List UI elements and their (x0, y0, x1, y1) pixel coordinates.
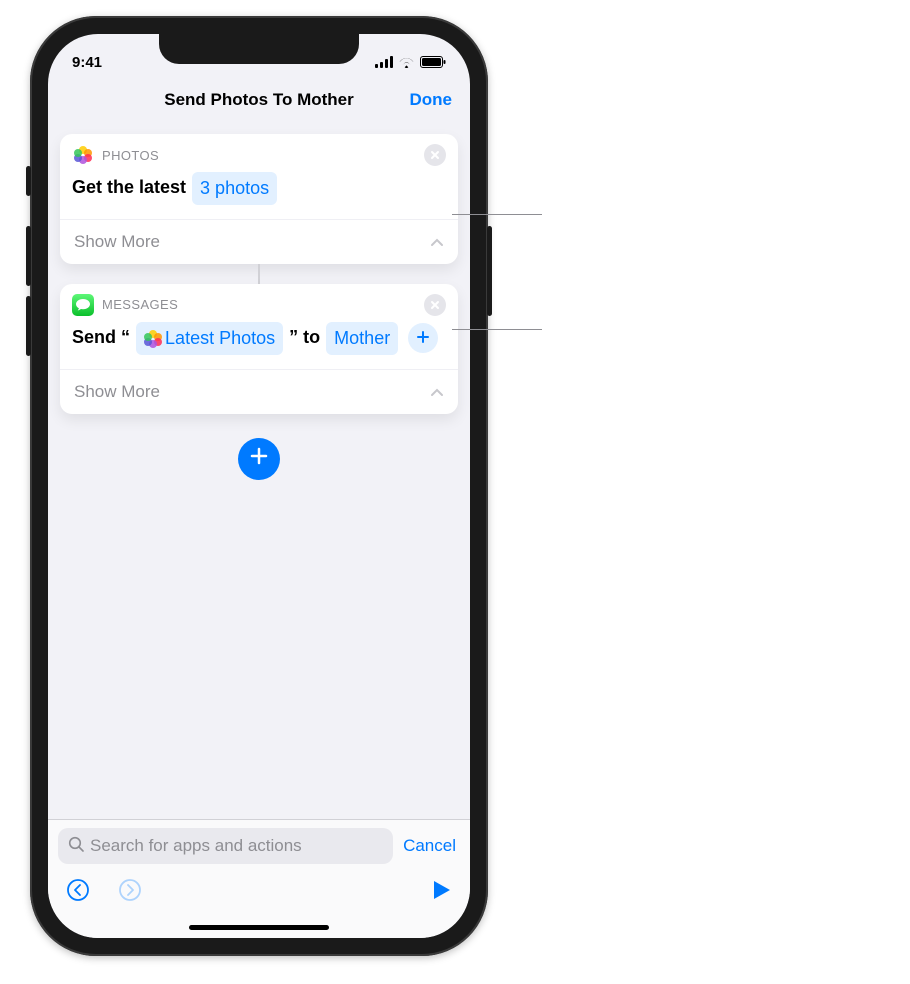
add-action-button[interactable] (238, 438, 280, 480)
action-summary: Send “ La (60, 316, 458, 369)
action-summary: Get the latest 3 photos (60, 166, 458, 219)
screen: 9:41 Send Photos To Mother Done (48, 34, 470, 938)
photos-app-icon (72, 144, 94, 166)
to-word: to (303, 327, 320, 347)
show-more-button[interactable]: Show More (60, 369, 458, 414)
search-icon (68, 836, 84, 857)
plus-icon (249, 446, 269, 471)
variable-latest-photos[interactable]: Latest Photos (136, 322, 283, 355)
chevron-up-icon (430, 382, 444, 402)
search-input[interactable]: Search for apps and actions (58, 828, 393, 864)
notch (159, 34, 359, 64)
card-header: PHOTOS (60, 134, 458, 166)
status-time: 9:41 (72, 54, 102, 71)
variable-label: Latest Photos (165, 324, 275, 353)
side-button (487, 226, 492, 316)
action-prefix: Get the latest (72, 177, 186, 197)
done-button[interactable]: Done (410, 90, 453, 110)
card-header: MESSAGES (60, 284, 458, 316)
show-more-label: Show More (74, 382, 160, 402)
photos-icon (144, 330, 160, 346)
plus-icon (416, 324, 430, 353)
search-placeholder: Search for apps and actions (90, 836, 302, 856)
wifi-icon (398, 56, 415, 68)
param-photo-count[interactable]: 3 photos (192, 172, 277, 205)
bottom-panel: Search for apps and actions Cancel (48, 819, 470, 938)
quote-open: “ (121, 327, 130, 347)
run-button[interactable] (432, 879, 452, 906)
callout-line (452, 329, 542, 330)
show-more-button[interactable]: Show More (60, 219, 458, 264)
delete-action-button[interactable] (424, 294, 446, 316)
close-icon (430, 150, 440, 160)
action-card-photos[interactable]: PHOTOS Get the latest 3 photos Show More (60, 134, 458, 264)
action-card-messages[interactable]: MESSAGES Send “ (60, 284, 458, 414)
show-more-label: Show More (74, 232, 160, 252)
status-indicators (375, 56, 446, 68)
callout-line (452, 214, 542, 215)
delete-action-button[interactable] (424, 144, 446, 166)
add-recipient-button[interactable] (408, 323, 438, 353)
iphone-frame: 9:41 Send Photos To Mother Done (30, 16, 488, 956)
app-name-label: PHOTOS (102, 148, 159, 163)
cellular-icon (375, 56, 393, 68)
chevron-up-icon (430, 232, 444, 252)
nav-bar: Send Photos To Mother Done (48, 78, 470, 122)
toolbar (58, 864, 460, 917)
volume-up (26, 226, 31, 286)
battery-icon (420, 56, 446, 68)
volume-down (26, 296, 31, 356)
mute-switch (26, 166, 31, 196)
editor-content: PHOTOS Get the latest 3 photos Show More (48, 122, 470, 819)
undo-button[interactable] (66, 878, 90, 907)
messages-app-icon (72, 294, 94, 316)
recipient-token[interactable]: Mother (326, 322, 398, 355)
send-prefix: Send (72, 327, 116, 347)
home-indicator (189, 925, 329, 930)
page-title: Send Photos To Mother (48, 90, 470, 110)
quote-close: ” (289, 327, 298, 347)
search-row: Search for apps and actions Cancel (58, 828, 460, 864)
redo-button[interactable] (118, 878, 142, 907)
app-name-label: MESSAGES (102, 297, 178, 312)
cancel-button[interactable]: Cancel (403, 836, 460, 856)
close-icon (430, 300, 440, 310)
action-connector (258, 264, 260, 284)
